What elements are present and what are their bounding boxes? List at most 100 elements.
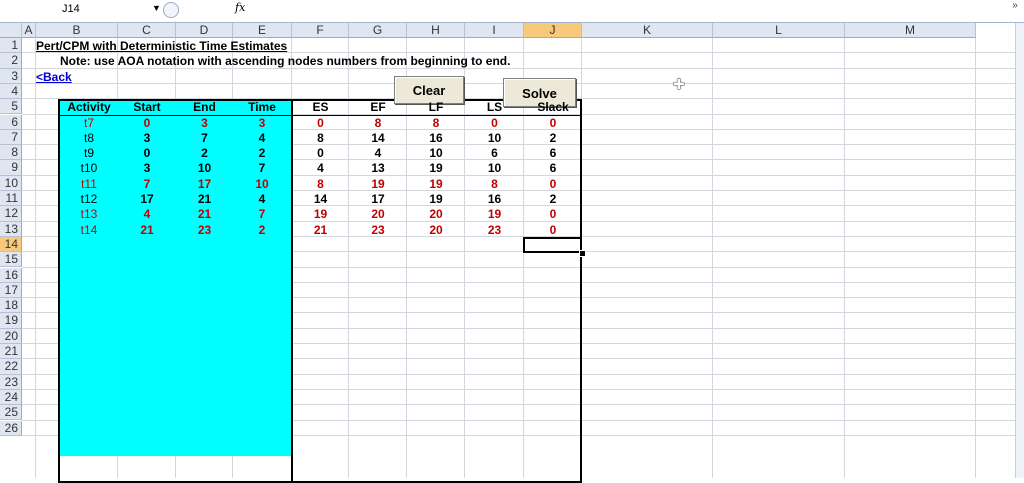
column-header-e[interactable]: E [233, 23, 292, 38]
output-cell-ls[interactable]: 0 [465, 116, 524, 130]
input-cell-end[interactable]: 23 [176, 223, 233, 237]
row-header-17[interactable]: 17 [0, 282, 22, 299]
input-cell-time[interactable]: 2 [233, 146, 291, 160]
column-header-d[interactable]: D [176, 23, 233, 38]
output-cell-es[interactable]: 0 [292, 146, 349, 160]
output-cell-slack[interactable]: 0 [524, 116, 582, 130]
input-cell-start[interactable]: 3 [118, 161, 176, 175]
input-cell-time[interactable]: 3 [233, 116, 291, 130]
row-header-11[interactable]: 11 [0, 191, 22, 207]
row-header-23[interactable]: 23 [0, 374, 22, 390]
row-header-1[interactable]: 1 [0, 38, 22, 54]
output-cell-ls[interactable]: 10 [465, 161, 524, 175]
input-cell-start[interactable]: 0 [118, 146, 176, 160]
fill-handle[interactable] [579, 250, 586, 258]
output-cell-ef[interactable]: 23 [349, 223, 407, 237]
row-header-15[interactable]: 15 [0, 252, 22, 268]
row-header-10[interactable]: 10 [0, 175, 22, 191]
back-link[interactable]: <Back [36, 70, 96, 84]
input-cell-activity[interactable]: t7 [60, 116, 118, 130]
row-header-20[interactable]: 20 [0, 328, 22, 344]
column-header-b[interactable]: B [36, 23, 118, 38]
input-cell-start[interactable]: 3 [118, 131, 176, 145]
input-cell-end[interactable]: 21 [176, 192, 233, 206]
output-cell-slack[interactable]: 0 [524, 223, 582, 237]
row-header-6[interactable]: 6 [0, 114, 22, 130]
input-cell-activity[interactable]: t11 [60, 177, 118, 191]
select-all-corner[interactable] [0, 23, 22, 38]
column-header-g[interactable]: G [349, 23, 407, 38]
row-header-14[interactable]: 14 [0, 236, 22, 253]
row-header-16[interactable]: 16 [0, 267, 22, 283]
input-cell-time[interactable]: 4 [233, 192, 291, 206]
output-cell-lf[interactable]: 19 [407, 192, 465, 206]
input-cell-start[interactable]: 4 [118, 207, 176, 221]
output-cell-ef[interactable]: 13 [349, 161, 407, 175]
column-header-i[interactable]: I [465, 23, 524, 38]
column-header-a[interactable]: A [22, 23, 36, 38]
output-cell-slack[interactable]: 2 [524, 192, 582, 206]
output-cell-ef[interactable]: 4 [349, 146, 407, 160]
output-cell-es[interactable]: 8 [292, 177, 349, 191]
output-cell-ef[interactable]: 19 [349, 177, 407, 191]
worksheet-grid[interactable]: A B C D E F G H I J K L M 1 2 3 4 5 6 7 8 9 10 11 12 13 14 15 16 17 18… [0, 23, 1016, 483]
input-cell-end[interactable]: 17 [176, 177, 233, 191]
output-cell-ls[interactable]: 10 [465, 131, 524, 145]
input-cell-activity[interactable]: t8 [60, 131, 118, 145]
input-cell-end[interactable]: 3 [176, 116, 233, 130]
row-header-24[interactable]: 24 [0, 389, 22, 406]
input-cell-activity[interactable]: t9 [60, 146, 118, 160]
output-cell-lf[interactable]: 8 [407, 116, 465, 130]
row-header-9[interactable]: 9 [0, 160, 22, 176]
row-header-22[interactable]: 22 [0, 359, 22, 375]
input-cell-end[interactable]: 10 [176, 161, 233, 175]
output-cell-lf[interactable]: 10 [407, 146, 465, 160]
row-header-26[interactable]: 26 [0, 420, 22, 436]
output-cell-es[interactable]: 0 [292, 116, 349, 130]
input-cell-start[interactable]: 17 [118, 192, 176, 206]
row-header-5[interactable]: 5 [0, 99, 22, 115]
output-cell-slack[interactable]: 6 [524, 161, 582, 175]
column-header-f[interactable]: F [292, 23, 349, 38]
input-cell-activity[interactable]: t13 [60, 207, 118, 221]
output-cell-lf[interactable]: 20 [407, 223, 465, 237]
name-box[interactable]: J14 ▼ [0, 1, 161, 19]
output-cell-ef[interactable]: 8 [349, 116, 407, 130]
input-cell-end[interactable]: 7 [176, 131, 233, 145]
input-cell-end[interactable]: 21 [176, 207, 233, 221]
row-header-21[interactable]: 21 [0, 344, 22, 360]
output-cell-lf[interactable]: 19 [407, 177, 465, 191]
column-header-h[interactable]: H [407, 23, 465, 38]
column-header-c[interactable]: C [118, 23, 176, 38]
output-cell-ef[interactable]: 20 [349, 207, 407, 221]
input-cell-time[interactable]: 4 [233, 131, 291, 145]
row-header-18[interactable]: 18 [0, 298, 22, 314]
output-cell-ls[interactable]: 16 [465, 192, 524, 206]
output-cell-slack[interactable]: 0 [524, 207, 582, 221]
active-cell-j14[interactable] [523, 236, 582, 254]
row-header-12[interactable]: 12 [0, 206, 22, 222]
input-cell-start[interactable]: 0 [118, 116, 176, 130]
row-header-13[interactable]: 13 [0, 221, 22, 237]
output-cell-lf[interactable]: 20 [407, 207, 465, 221]
output-cell-es[interactable]: 4 [292, 161, 349, 175]
output-cell-ef[interactable]: 17 [349, 192, 407, 206]
input-cell-time[interactable]: 2 [233, 223, 291, 237]
row-header-2[interactable]: 2 [0, 53, 22, 69]
output-cell-lf[interactable]: 19 [407, 161, 465, 175]
vertical-scrollbar[interactable] [1015, 23, 1024, 478]
row-header-3[interactable]: 3 [0, 68, 22, 84]
input-cell-time[interactable]: 7 [233, 161, 291, 175]
column-header-m[interactable]: M [845, 23, 976, 38]
formula-input[interactable] [250, 2, 1010, 18]
input-cell-end[interactable]: 2 [176, 146, 233, 160]
output-cell-slack[interactable]: 0 [524, 177, 582, 191]
input-cell-activity[interactable]: t10 [60, 161, 118, 175]
output-cell-ef[interactable]: 14 [349, 131, 407, 145]
output-cell-es[interactable]: 19 [292, 207, 349, 221]
output-cell-lf[interactable]: 16 [407, 131, 465, 145]
output-cell-ls[interactable]: 8 [465, 177, 524, 191]
input-cell-start[interactable]: 7 [118, 177, 176, 191]
insert-function-icon[interactable]: fx [235, 1, 245, 14]
formula-options-icon[interactable] [163, 2, 179, 18]
